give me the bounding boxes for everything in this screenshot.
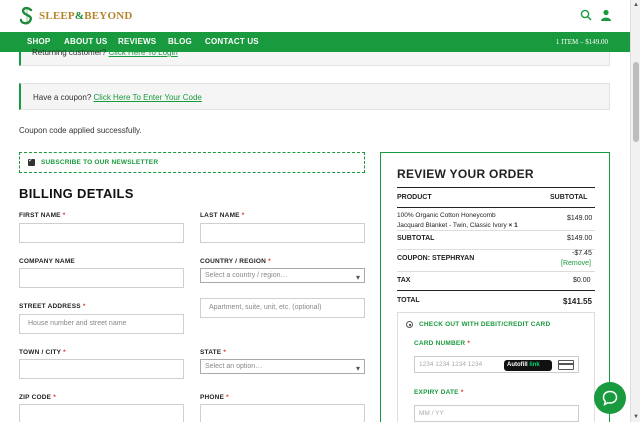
last-name-field[interactable] (200, 223, 365, 243)
street-address-field[interactable]: House number and street name (19, 314, 184, 334)
expiry-date-field[interactable]: MM / YY (414, 405, 579, 422)
cart-summary-link[interactable]: 1 ITEM – $149.00 (556, 38, 608, 46)
logo-text: SLEEP&BEYOND (39, 10, 133, 22)
zip-code-field[interactable] (19, 404, 184, 422)
subtotal-column-header: SUBTOTAL (550, 194, 588, 201)
newsletter-checkbox[interactable] (28, 156, 35, 166)
card-number-field[interactable]: 1234 1234 1234 1234 Autofill link (414, 356, 579, 373)
divider (397, 249, 595, 250)
state-label: STATE * (200, 349, 227, 356)
apartment-field[interactable]: Apartment, suite, unit, etc. (optional) (200, 298, 365, 318)
user-icon[interactable] (600, 9, 612, 21)
divider (397, 187, 595, 188)
payment-method-box: CHECK OUT WITH DEBIT/CREDIT CARD CARD NU… (397, 312, 595, 422)
divider (397, 207, 595, 208)
coupon-label: COUPON: STEPHRYAN (397, 255, 475, 262)
login-link[interactable]: Click Here To Login (109, 48, 178, 57)
order-item-quantity: × 1 (508, 221, 518, 229)
logo-mark-icon (19, 6, 33, 25)
search-icon[interactable] (580, 9, 592, 21)
subtotal-value: $149.00 (567, 235, 593, 242)
divider (397, 230, 595, 231)
divider (397, 271, 595, 272)
company-name-label: COMPANY NAME (19, 258, 75, 265)
divider (397, 290, 595, 291)
scrollbar-thumb[interactable] (633, 62, 639, 142)
town-city-field[interactable] (19, 359, 184, 379)
order-item-name: 100% Organic Cotton Honeycomb Jacquard B… (397, 212, 518, 229)
credit-card-icon (558, 360, 574, 370)
company-name-field[interactable] (19, 268, 184, 288)
scroll-down-arrow-icon[interactable]: ▼ (633, 414, 639, 420)
phone-label: PHONE * (200, 394, 229, 401)
town-city-label: TOWN / CITY * (19, 349, 66, 356)
phone-field[interactable] (200, 404, 365, 422)
review-order-panel: REVIEW YOUR ORDER PRODUCT SUBTOTAL 100% … (380, 152, 610, 422)
subtotal-label: SUBTOTAL (397, 235, 435, 242)
site-header: SLEEP&BEYOND (0, 0, 630, 32)
state-select[interactable]: Select an option… (200, 359, 365, 374)
product-column-header: PRODUCT (397, 194, 432, 201)
card-payment-label[interactable]: CHECK OUT WITH DEBIT/CREDIT CARD (419, 321, 550, 328)
nav-item-about-us[interactable]: ABOUT US (64, 37, 107, 46)
returning-customer-text: Returning customer? (32, 48, 107, 57)
coupon-discount-value: -$7.45 (572, 250, 592, 257)
order-item-price: $149.00 (567, 215, 593, 222)
card-payment-radio[interactable] (406, 321, 413, 328)
newsletter-label: SUBSCRIBE TO OUR NEWSLETTER (41, 159, 159, 166)
zip-code-label: ZIP CODE * (19, 394, 56, 401)
last-name-label: LAST NAME * (200, 212, 245, 219)
first-name-field[interactable] (19, 223, 184, 243)
nav-item-contact-us[interactable]: CONTACT US (205, 37, 259, 46)
first-name-label: FIRST NAME * (19, 212, 66, 219)
tax-label: TAX (397, 277, 411, 284)
enter-coupon-link[interactable]: Click Here To Enter Your Code (94, 93, 202, 102)
nav-item-blog[interactable]: BLOG (168, 37, 192, 46)
autofill-link-button[interactable]: Autofill link (504, 360, 552, 371)
country-select[interactable]: Select a country / region… (200, 268, 365, 283)
country-label: COUNTRY / REGION * (200, 258, 271, 265)
expiry-date-label: EXPIRY DATE * (414, 389, 464, 396)
remove-coupon-link[interactable]: [Remove] (561, 260, 591, 267)
review-order-heading: REVIEW YOUR ORDER (397, 167, 534, 181)
coupon-prompt-text: Have a coupon? (33, 93, 92, 102)
chat-bubble-icon (602, 390, 618, 406)
nav-item-shop[interactable]: SHOP (27, 37, 50, 46)
total-value: $141.55 (563, 297, 592, 306)
scroll-up-arrow-icon[interactable]: ▲ (633, 2, 639, 8)
returning-customer-notice: Returning customer? Click Here To Login (19, 49, 610, 66)
chat-button[interactable] (594, 382, 626, 414)
card-number-placeholder: 1234 1234 1234 1234 (419, 361, 483, 368)
card-number-label: CARD NUMBER * (414, 340, 471, 347)
street-address-label: STREET ADDRESS * (19, 303, 86, 310)
nav-item-reviews[interactable]: REVIEWS (118, 37, 156, 46)
tax-value: $0.00 (573, 277, 591, 284)
billing-details-heading: BILLING DETAILS (19, 186, 134, 201)
coupon-notice: Have a coupon? Click Here To Enter Your … (19, 83, 610, 110)
site-logo[interactable]: SLEEP&BEYOND (18, 6, 133, 26)
total-label: TOTAL (397, 297, 420, 304)
coupon-applied-message: Coupon code applied successfully. (19, 126, 142, 135)
page-scrollbar[interactable]: ▲ ▼ (630, 0, 640, 422)
newsletter-opt-in[interactable]: SUBSCRIBE TO OUR NEWSLETTER (19, 152, 365, 173)
